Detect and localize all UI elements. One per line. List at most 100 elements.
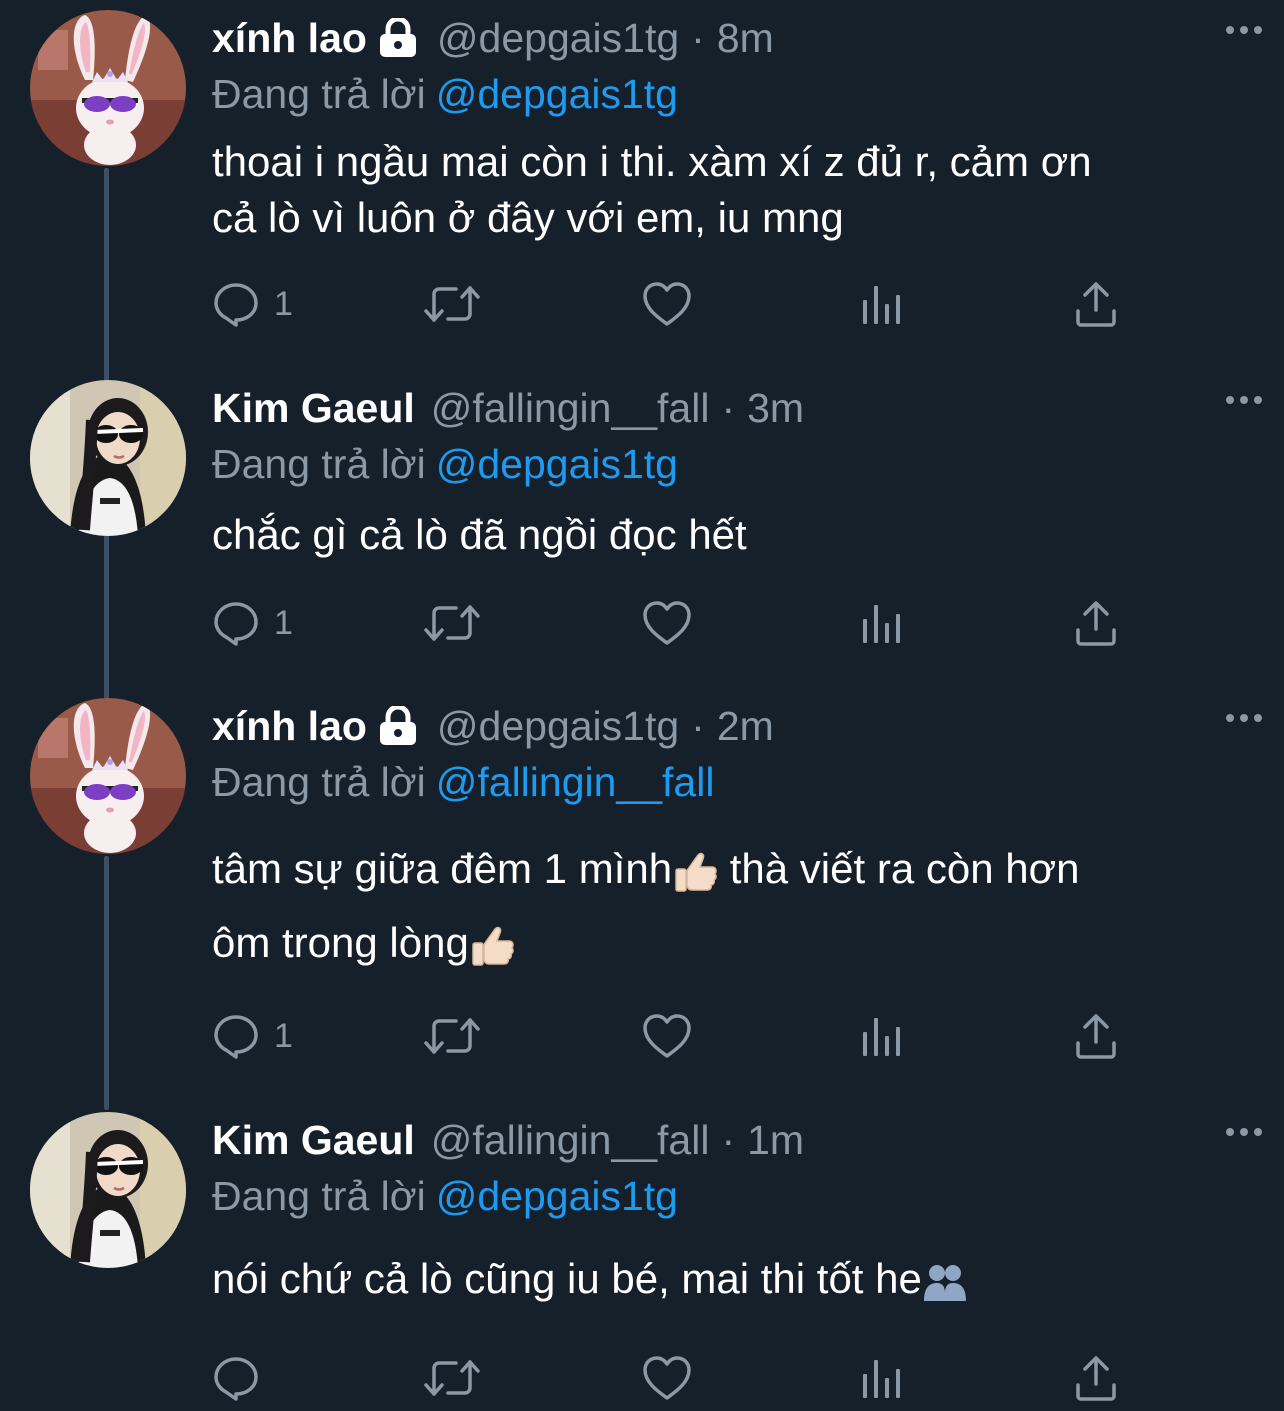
more-options-icon[interactable] (1224, 708, 1264, 728)
tweet[interactable]: xính lao @depgais1tg · 8m Đang trả lời @d… (0, 10, 1284, 350)
timestamp[interactable]: 8m (717, 10, 774, 66)
tweet-header: xính lao @depgais1tg · 8m (212, 10, 1242, 66)
separator-dot: · (691, 15, 705, 61)
lock-icon (377, 18, 419, 58)
retweet-button[interactable] (424, 1350, 480, 1406)
girl-sunglasses-avatar-icon (30, 1112, 186, 1268)
view-stats-button[interactable] (860, 1008, 904, 1064)
reply-button[interactable]: 1 (212, 595, 293, 651)
share-button[interactable] (1074, 276, 1118, 332)
reply-button[interactable]: 1 (212, 276, 293, 332)
display-name[interactable]: xính lao (212, 10, 367, 66)
tweet-text-line: tâm sự giữa đêm 1 mình (212, 845, 673, 892)
stats-icon (860, 1356, 904, 1400)
tweet-text-line: nói chứ cả lò cũng iu bé, mai thi tốt he (212, 1255, 922, 1302)
timestamp[interactable]: 2m (717, 698, 774, 754)
more-options-icon[interactable] (1224, 20, 1264, 40)
like-button[interactable] (641, 1350, 693, 1406)
thumbs-up-emoji-icon (469, 923, 515, 969)
reply-icon (212, 599, 260, 647)
share-button[interactable] (1074, 1350, 1118, 1406)
timestamp[interactable]: 3m (747, 380, 804, 436)
display-name[interactable]: Kim Gaeul (212, 380, 415, 436)
tweet-text-line: thà viết ra còn hơn (718, 845, 1080, 892)
reply-prefix: Đang trả lời (212, 759, 426, 805)
retweet-icon (424, 599, 480, 647)
stats-icon (860, 282, 904, 326)
share-icon (1074, 599, 1118, 647)
tweet[interactable]: Kim Gaeul @fallingin__fall · 3m Đang trả… (0, 380, 1284, 670)
like-button[interactable] (641, 595, 693, 651)
share-button[interactable] (1074, 595, 1118, 651)
retweet-button[interactable] (424, 595, 480, 651)
display-name[interactable]: Kim Gaeul (212, 1112, 415, 1168)
tweet-content: Kim Gaeul @fallingin__fall · 1m Đang trả… (212, 1112, 1242, 1307)
reply-prefix: Đang trả lời (212, 441, 426, 487)
tweet-text-line: thoai i ngầu mai còn i thi. xàm xí z đủ … (212, 138, 1092, 185)
tweet-header: Kim Gaeul @fallingin__fall · 3m (212, 380, 1242, 436)
view-stats-button[interactable] (860, 595, 904, 651)
avatar[interactable] (30, 10, 186, 166)
handle[interactable]: @fallingin__fall (431, 1112, 710, 1168)
action-bar: 1 (212, 595, 1212, 651)
avatar[interactable] (30, 698, 186, 854)
display-name[interactable]: xính lao (212, 698, 367, 754)
retweet-button[interactable] (424, 276, 480, 332)
tweet[interactable]: xính lao @depgais1tg · 2m Đang trả lời @f… (0, 698, 1284, 1068)
reply-context: Đang trả lời @fallingin__fall (212, 754, 1242, 810)
tweet-text-line: cả lò vì luôn ở đây với em, iu mng (212, 194, 844, 241)
girl-sunglasses-avatar-icon (30, 380, 186, 536)
retweet-icon (424, 1012, 480, 1060)
retweet-icon (424, 280, 480, 328)
reply-to-handle[interactable]: @fallingin__fall (436, 759, 715, 805)
stats-icon (860, 1014, 904, 1058)
share-button[interactable] (1074, 1008, 1118, 1064)
reply-prefix: Đang trả lời (212, 71, 426, 117)
tweet[interactable]: Kim Gaeul @fallingin__fall · 1m Đang trả… (0, 1112, 1284, 1411)
share-icon (1074, 1354, 1118, 1402)
view-stats-button[interactable] (860, 1350, 904, 1406)
tweet-text-line: ôm trong lòng (212, 919, 469, 966)
reply-to-handle[interactable]: @depgais1tg (436, 71, 678, 117)
reply-button[interactable] (212, 1350, 274, 1406)
heart-icon (641, 280, 693, 328)
tweet-text: tâm sự giữa đêm 1 mình thà viết ra còn h… (212, 832, 1242, 980)
separator-dot: · (691, 703, 705, 749)
more-options-icon[interactable] (1224, 390, 1264, 410)
tweet-content: xính lao @depgais1tg · 8m Đang trả lời @d… (212, 10, 1242, 246)
reply-count: 1 (274, 603, 293, 642)
action-bar (212, 1350, 1212, 1406)
reply-button[interactable]: 1 (212, 1008, 293, 1064)
tweet-text: thoai i ngầu mai còn i thi. xàm xí z đủ … (212, 134, 1242, 246)
share-icon (1074, 1012, 1118, 1060)
tweet-content: Kim Gaeul @fallingin__fall · 3m Đang trả… (212, 380, 1242, 563)
lock-icon (377, 706, 419, 746)
reply-to-handle[interactable]: @depgais1tg (436, 441, 678, 487)
view-stats-button[interactable] (860, 276, 904, 332)
timestamp[interactable]: 1m (747, 1112, 804, 1168)
retweet-icon (424, 1354, 480, 1402)
like-button[interactable] (641, 1008, 693, 1064)
bunny-avatar-icon (30, 698, 186, 854)
more-options-icon[interactable] (1224, 1122, 1264, 1142)
retweet-button[interactable] (424, 1008, 480, 1064)
handle[interactable]: @depgais1tg (437, 10, 679, 66)
reply-count: 1 (274, 1016, 293, 1055)
reply-to-handle[interactable]: @depgais1tg (436, 1173, 678, 1219)
tweet-text-line: chắc gì cả lò đã ngồi đọc hết (212, 511, 747, 558)
reply-prefix: Đang trả lời (212, 1173, 426, 1219)
action-bar: 1 (212, 276, 1212, 332)
avatar[interactable] (30, 1112, 186, 1268)
reply-context: Đang trả lời @depgais1tg (212, 66, 1242, 122)
reply-context: Đang trả lời @depgais1tg (212, 1168, 1242, 1224)
separator-dot: · (721, 385, 736, 431)
reply-icon (212, 1012, 260, 1060)
handle[interactable]: @depgais1tg (437, 698, 679, 754)
heart-icon (641, 599, 693, 647)
avatar[interactable] (30, 380, 186, 536)
share-icon (1074, 280, 1118, 328)
reply-count: 1 (274, 284, 293, 323)
reply-context: Đang trả lời @depgais1tg (212, 436, 1242, 492)
handle[interactable]: @fallingin__fall (431, 380, 710, 436)
like-button[interactable] (641, 276, 693, 332)
